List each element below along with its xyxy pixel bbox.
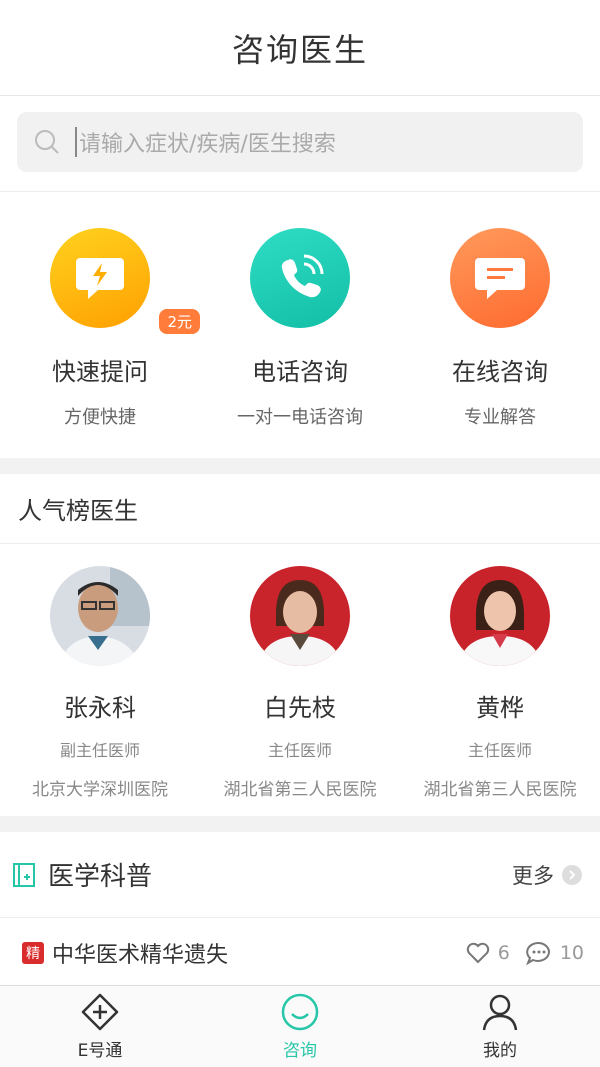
service-desc: 一对一电话咨询 (237, 407, 363, 428)
user-icon (482, 994, 518, 1031)
science-header: 医学科普 更多 (0, 832, 600, 918)
bottom-tab-bar: E号通 咨询 我的 (0, 985, 600, 1067)
consult-page: 咨询医生 请输入症状/疾病/医生搜索 2元 快速提问 方便快捷 电话咨询 一对一… (0, 0, 600, 1067)
service-desc: 方便快捷 (64, 407, 136, 428)
featured-tag: 精 (22, 942, 44, 964)
doctor-name: 白先枝 (264, 694, 336, 722)
doctor-title: 主任医师 (267, 741, 332, 760)
service-name: 电话咨询 (252, 358, 348, 386)
doctor-name: 张永科 (64, 694, 136, 722)
doctor-card[interactable]: 白先枝 主任医师 湖北省第三人民医院 (200, 544, 400, 816)
doctor-card[interactable]: 张永科 副主任医师 北京大学深圳医院 (0, 544, 200, 816)
message-icon (450, 228, 550, 328)
search-icon (35, 130, 59, 154)
section-gap (0, 816, 600, 832)
doctor-hospital: 北京大学深圳医院 (32, 780, 168, 800)
price-badge: 2元 (159, 309, 200, 334)
tab-mine[interactable]: 我的 (400, 986, 600, 1067)
doctor-title: 主任医师 (467, 741, 532, 760)
section-title: 医学科普 (48, 862, 153, 892)
article-item[interactable]: 精 中华医术精华遗失 6 10 (0, 918, 600, 988)
heart-icon (466, 942, 489, 964)
nav-header: 咨询医生 (0, 0, 600, 96)
service-phone-consult[interactable]: 电话咨询 一对一电话咨询 (200, 192, 400, 458)
tab-label: E号通 (77, 1041, 123, 1061)
service-name: 在线咨询 (452, 358, 548, 386)
doctor-avatar (250, 566, 350, 666)
doctor-avatar (50, 566, 150, 666)
section-title: 人气榜医生 (18, 497, 138, 525)
article-title: 中华医术精华遗失 (52, 943, 229, 968)
plus-diamond-icon (81, 993, 119, 1031)
service-desc: 专业解答 (464, 407, 536, 428)
search-input[interactable]: 请输入症状/疾病/医生搜索 (17, 112, 583, 172)
more-label: 更多 (512, 863, 554, 888)
service-grid: 2元 快速提问 方便快捷 电话咨询 一对一电话咨询 在线咨询 专业解答 (0, 192, 600, 458)
tab-label: 我的 (483, 1041, 517, 1061)
doctor-card[interactable]: 黄桦 主任医师 湖北省第三人民医院 (400, 544, 600, 816)
lightning-chat-icon: 2元 (50, 228, 200, 334)
search-placeholder: 请输入症状/疾病/医生搜索 (79, 132, 336, 157)
tab-consult[interactable]: 咨询 (200, 986, 400, 1067)
doctor-title: 副主任医师 (59, 741, 140, 760)
service-name: 快速提问 (52, 358, 148, 386)
comment-value: 10 (559, 942, 584, 964)
search-section: 请输入症状/疾病/医生搜索 (0, 96, 600, 192)
tab-label: 咨询 (283, 1041, 317, 1061)
doctor-name: 黄桦 (476, 694, 524, 722)
section-gap (0, 458, 600, 474)
text-caret (75, 127, 77, 157)
chevron-right-icon (562, 864, 582, 885)
service-quick-ask[interactable]: 2元 快速提问 方便快捷 (0, 192, 200, 458)
doctor-hospital: 湖北省第三人民医院 (223, 780, 377, 800)
doctor-avatar (450, 566, 550, 666)
like-value: 6 (497, 942, 510, 964)
comment-icon (525, 941, 550, 965)
comment-count[interactable]: 10 (525, 941, 584, 965)
service-online-consult[interactable]: 在线咨询 专业解答 (400, 192, 600, 458)
doctor-list: 张永科 副主任医师 北京大学深圳医院 白先枝 主任医师 湖北省第三人民医院 黄桦… (0, 544, 600, 816)
like-count[interactable]: 6 (466, 942, 510, 964)
more-link[interactable]: 更多 (512, 860, 582, 890)
book-icon (13, 862, 35, 887)
doctor-hospital: 湖北省第三人民医院 (423, 780, 577, 800)
tab-ehaotong[interactable]: E号通 (0, 986, 200, 1067)
page-title: 咨询医生 (231, 30, 368, 69)
popular-doctors-header: 人气榜医生 (0, 474, 600, 544)
phone-icon (250, 228, 350, 328)
smile-chat-icon (281, 993, 319, 1031)
